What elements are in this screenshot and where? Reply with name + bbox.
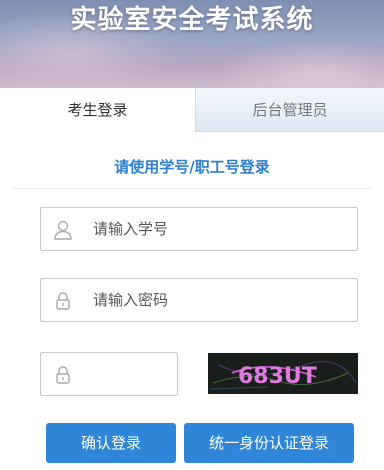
password-field[interactable]: 请输入密码 <box>40 278 358 322</box>
confirm-login-button[interactable]: 确认登录 <box>46 423 176 463</box>
sso-login-button[interactable]: 统一身份认证登录 <box>184 423 354 463</box>
captcha-text: 683UT <box>238 364 317 389</box>
lock-icon <box>52 364 74 386</box>
user-icon <box>52 219 74 241</box>
page-title: 实验室安全考试系统 <box>70 5 314 35</box>
header-banner: 实验室安全考试系统 <box>0 0 384 88</box>
username-field[interactable]: 请输入学号 <box>40 207 358 251</box>
login-tabs: 考生登录 后台管理员 <box>0 88 384 132</box>
tab-student-login[interactable]: 考生登录 <box>0 88 195 132</box>
lock-icon <box>52 290 74 312</box>
username-placeholder: 请输入学号 <box>93 220 169 238</box>
tab-admin-login[interactable]: 后台管理员 <box>195 88 384 132</box>
login-instruction: 请使用学号/职工号登录 <box>114 158 270 176</box>
captcha-input[interactable] <box>40 352 178 396</box>
password-placeholder: 请输入密码 <box>93 291 169 309</box>
banner-glow <box>210 40 384 88</box>
divider <box>12 188 372 189</box>
captcha-image[interactable]: 683UT <box>208 353 358 394</box>
